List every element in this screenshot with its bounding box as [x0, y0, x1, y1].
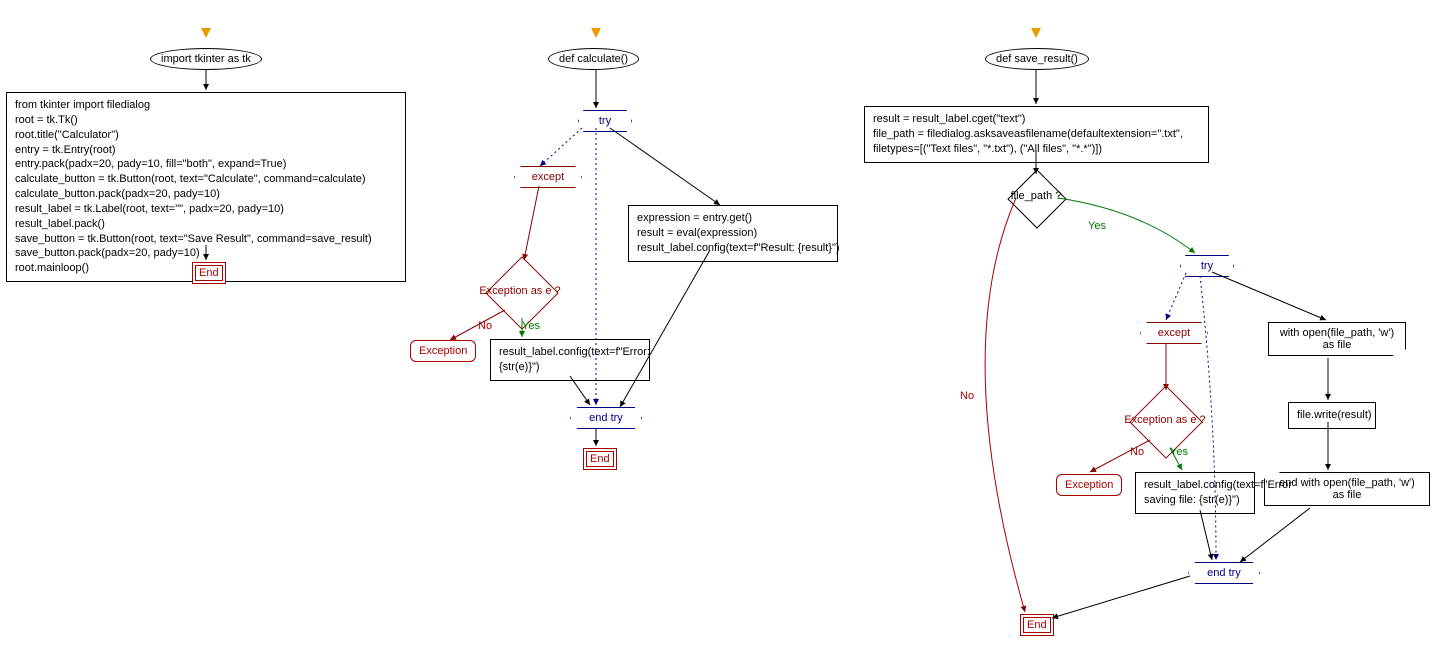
end-node: End [583, 448, 617, 470]
exception-node: Exception [1056, 474, 1122, 496]
yes-label-1: Yes [1088, 220, 1106, 232]
except-node: except [514, 166, 582, 188]
except-node: except [1140, 322, 1208, 344]
start-node: import tkinter as tk [150, 48, 262, 70]
file-write-node: file.write(result) [1288, 402, 1376, 429]
try-node: try [1180, 255, 1234, 277]
try-node: try [578, 110, 632, 132]
endtry-node: end try [570, 407, 642, 429]
no-label-2: No [1130, 446, 1144, 458]
end-node: End [1020, 614, 1054, 636]
code-block-1: result = result_label.cget("text") file_… [864, 106, 1209, 163]
start-arrow [201, 28, 211, 38]
start-arrow [1031, 28, 1041, 38]
start-node: def calculate() [548, 48, 639, 70]
no-label: No [478, 320, 492, 332]
flowchart-import: import tkinter as tk from tkinter import… [0, 0, 450, 300]
start-arrow [591, 28, 601, 38]
filepath-cond-label: file_path ? [1001, 190, 1071, 202]
code-block: from tkinter import filedialog root = tk… [6, 92, 406, 282]
except-cond-label: Exception as e ? [1110, 414, 1220, 426]
yes-label-2: Yes [1170, 446, 1188, 458]
start-node: def save_result() [985, 48, 1089, 70]
try-body: expression = entry.get() result = eval(e… [628, 205, 838, 262]
flowchart-save-result: def save_result() result = result_label.… [850, 0, 1438, 646]
flowchart-calculate: def calculate() try expression = entry.g… [410, 0, 850, 480]
except-cond-label: Exception as e ? [470, 285, 570, 297]
exception-node: Exception [410, 340, 476, 362]
no-label-1: No [960, 390, 974, 402]
yes-label: Yes [522, 320, 540, 332]
except-body: result_label.config(text=f"Error saving … [1135, 472, 1255, 514]
except-body: result_label.config(text=f"Error: {str(e… [490, 339, 650, 381]
end-node: End [192, 262, 226, 284]
endtry-node: end try [1188, 562, 1260, 584]
with-open-node: with open(file_path, 'w') as file [1268, 322, 1406, 356]
